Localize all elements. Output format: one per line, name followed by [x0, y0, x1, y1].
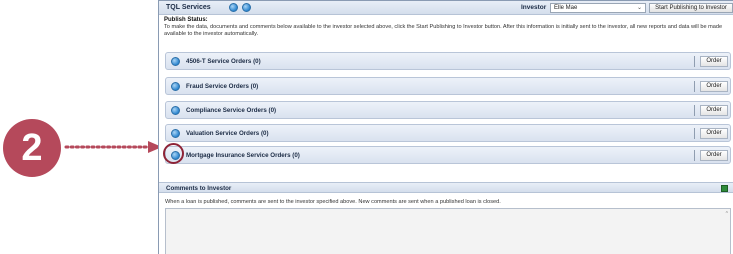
order-row-label: Mortgage Insurance Service Orders (0) [186, 152, 300, 159]
comments-description: When a loan is published, comments are s… [165, 199, 501, 205]
order-row-fraud[interactable]: Fraud Service Orders (0) Order [165, 77, 731, 95]
investor-label: Investor [521, 4, 547, 11]
order-button[interactable]: Order [700, 105, 728, 116]
panel-title: TQL Services [166, 4, 211, 11]
order-row-compliance[interactable]: Compliance Service Orders (0) Order [165, 101, 731, 119]
highlight-ring [163, 143, 184, 164]
expand-icon[interactable] [171, 106, 180, 115]
order-button[interactable]: Order [700, 56, 728, 67]
chevron-down-icon: ⌄ [636, 5, 642, 11]
divider [694, 81, 695, 92]
expand-icon[interactable] [171, 129, 180, 138]
expand-icon[interactable] [229, 3, 238, 12]
divider [694, 56, 695, 67]
comments-textarea[interactable]: ^ [165, 208, 731, 254]
order-row-label: Compliance Service Orders (0) [186, 107, 277, 114]
start-publishing-button[interactable]: Start Publishing to Investor [649, 3, 733, 13]
divider [694, 150, 695, 161]
investor-value: Elle Mae [554, 5, 578, 11]
panel-header: TQL Services Investor Elle Mae ⌄ Start P… [159, 1, 733, 15]
publish-status-label: Publish Status: [164, 17, 208, 23]
order-row-4506t[interactable]: 4506-T Service Orders (0) Order [165, 52, 731, 70]
scroll-up-icon[interactable]: ^ [726, 211, 728, 217]
collapse-icon[interactable] [242, 3, 251, 12]
investor-select[interactable]: Elle Mae ⌄ [550, 3, 646, 13]
callout-arrow [64, 141, 162, 153]
order-button[interactable]: Order [700, 150, 728, 161]
order-row-mortgage-insurance[interactable]: Mortgage Insurance Service Orders (0) Or… [163, 143, 731, 164]
order-row-valuation[interactable]: Valuation Service Orders (0) Order [165, 124, 731, 142]
order-button[interactable]: Order [700, 128, 728, 139]
comments-header: Comments to Investor [159, 182, 733, 193]
divider [694, 105, 695, 116]
order-row-label: Fraud Service Orders (0) [186, 83, 259, 90]
expand-icon[interactable] [171, 82, 180, 91]
expand-icon[interactable] [171, 57, 180, 66]
order-row-label: Valuation Service Orders (0) [186, 130, 269, 137]
divider [694, 128, 695, 139]
step-number-badge: 2 [3, 119, 61, 177]
order-row-label: 4506-T Service Orders (0) [186, 58, 261, 65]
publish-description: To make the data, documents and comments… [164, 24, 723, 37]
tql-services-panel: TQL Services Investor Elle Mae ⌄ Start P… [158, 0, 733, 254]
order-button[interactable]: Order [700, 81, 728, 92]
export-icon[interactable] [721, 185, 728, 192]
comments-title: Comments to Investor [166, 185, 232, 192]
